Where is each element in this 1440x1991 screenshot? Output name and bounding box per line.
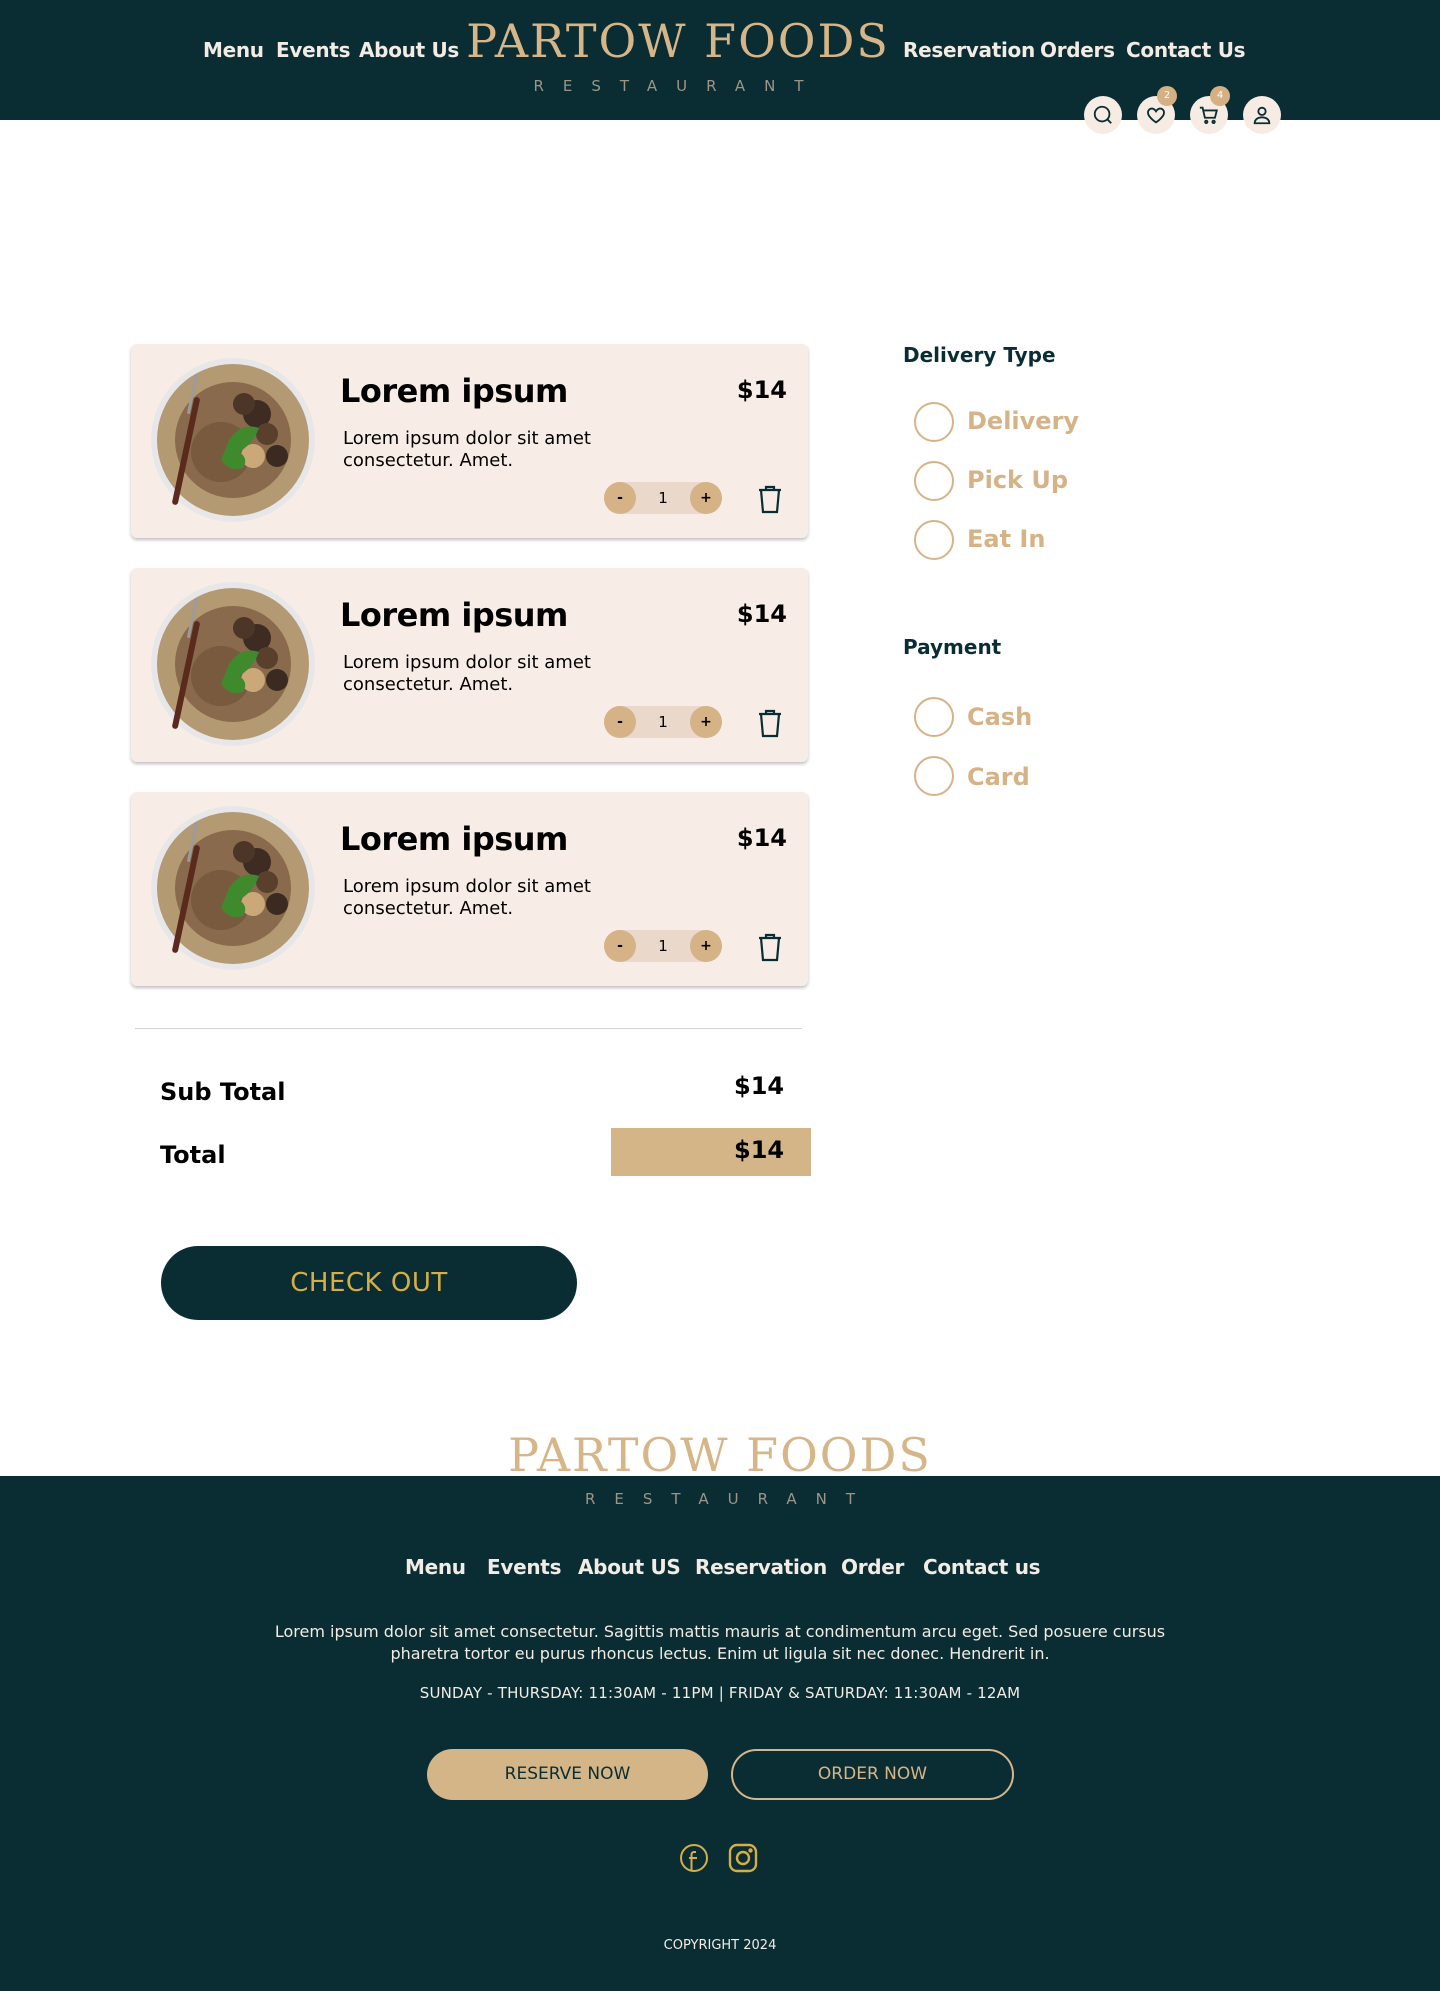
cash-radio[interactable] [914,697,954,737]
trash-icon[interactable] [757,484,783,514]
cart-item: Lorem ipsum Lorem ipsum dolor sit amet c… [131,344,808,538]
nav-contact-us[interactable]: Contact Us [1126,38,1246,62]
heart-icon [1147,107,1165,124]
quantity-stepper: - 1 + [604,706,722,738]
trash-icon[interactable] [757,708,783,738]
delivery-option-label[interactable]: Delivery [967,407,1079,435]
footer-nav-order[interactable]: Order [841,1555,904,1579]
footer-nav-menu[interactable]: Menu [405,1555,466,1579]
item-name: Lorem ipsum [340,820,568,858]
search-icon [1093,105,1112,124]
decrease-quantity-button[interactable]: - [604,930,636,962]
subtotal-label: Sub Total [160,1078,286,1106]
trash-icon[interactable] [757,932,783,962]
cash-option-label[interactable]: Cash [967,703,1032,731]
order-now-button[interactable]: ORDER NOW [731,1749,1014,1800]
total-label: Total [160,1141,226,1169]
cart-icon [1199,106,1218,124]
food-plate-image [151,358,315,522]
pickup-radio[interactable] [914,461,954,501]
decrease-quantity-button[interactable]: - [604,706,636,738]
item-name: Lorem ipsum [340,596,568,634]
cart-button[interactable]: 4 [1190,86,1230,134]
payment-title: Payment [903,635,1002,659]
footer-logo-subtitle: RESTAURANT [584,1490,875,1508]
item-description: Lorem ipsum dolor sit amet consectetur. … [343,428,591,471]
opening-hours: SUNDAY - THURSDAY: 11:30AM - 11PM | FRID… [419,1684,1021,1702]
quantity-stepper: - 1 + [604,482,722,514]
item-description: Lorem ipsum dolor sit amet consectetur. … [343,876,591,919]
cart-item: Lorem ipsum Lorem ipsum dolor sit amet c… [131,568,808,762]
quantity-value[interactable]: 1 [636,482,690,514]
total-value: $14 [734,1136,785,1164]
subtotal-value: $14 [734,1072,785,1100]
site-footer [0,1476,1440,1991]
account-button[interactable] [1243,96,1281,134]
item-price: $14 [736,824,787,852]
cart-divider [135,1028,802,1029]
footer-nav-contact-us[interactable]: Contact us [923,1555,1041,1579]
nav-reservation[interactable]: Reservation [903,38,1035,62]
card-radio[interactable] [914,756,954,796]
footer-nav-reservation[interactable]: Reservation [695,1555,827,1579]
facebook-icon[interactable] [679,1843,709,1873]
footer-logo[interactable]: PARTOW FOODS [0,1428,1440,1482]
increase-quantity-button[interactable]: + [690,706,722,738]
item-price: $14 [736,376,787,404]
user-icon [1253,106,1271,125]
increase-quantity-button[interactable]: + [690,930,722,962]
item-name: Lorem ipsum [340,372,568,410]
cart-item: Lorem ipsum Lorem ipsum dolor sit amet c… [131,792,808,986]
quantity-value[interactable]: 1 [636,706,690,738]
item-description: Lorem ipsum dolor sit amet consectetur. … [343,652,591,695]
eat-in-radio[interactable] [914,520,954,560]
instagram-icon[interactable] [728,1843,758,1873]
increase-quantity-button[interactable]: + [690,482,722,514]
checkout-button[interactable]: CHECK OUT [161,1246,577,1320]
item-price: $14 [736,600,787,628]
cart-count-badge: 4 [1210,86,1230,106]
delivery-type-title: Delivery Type [903,343,1056,367]
food-plate-image [151,582,315,746]
search-button[interactable] [1084,96,1122,134]
copyright: COPYRIGHT 2024 [663,1938,777,1953]
nav-orders[interactable]: Orders [1040,38,1115,62]
pickup-option-label[interactable]: Pick Up [967,466,1068,494]
footer-description: Lorem ipsum dolor sit amet consectetur. … [274,1622,1166,1663]
wishlist-button[interactable]: 2 [1137,86,1177,134]
eat-in-option-label[interactable]: Eat In [967,525,1045,553]
quantity-stepper: - 1 + [604,930,722,962]
delivery-radio[interactable] [914,402,954,442]
wishlist-count-badge: 2 [1157,86,1177,106]
footer-nav-events[interactable]: Events [487,1555,561,1579]
food-plate-image [151,806,315,970]
quantity-value[interactable]: 1 [636,930,690,962]
reserve-now-button[interactable]: RESERVE NOW [427,1749,708,1800]
footer-nav-about-us[interactable]: About US [578,1555,681,1579]
card-option-label[interactable]: Card [967,763,1030,791]
decrease-quantity-button[interactable]: - [604,482,636,514]
